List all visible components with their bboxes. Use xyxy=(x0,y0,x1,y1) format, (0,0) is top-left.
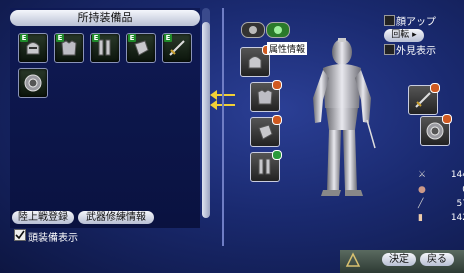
helmet-small-icon xyxy=(249,26,257,34)
play-icon: ▸ xyxy=(412,30,417,40)
stat-bag: ● 0 xyxy=(418,185,464,197)
equip-slot-hands[interactable] xyxy=(250,115,282,147)
head-display-checkbox[interactable] xyxy=(14,229,26,241)
equip-slot-body[interactable] xyxy=(250,80,282,112)
face-up-checkbox[interactable] xyxy=(384,15,395,26)
inventory-slot-shield[interactable] xyxy=(18,68,48,98)
equip-slot-legs[interactable] xyxy=(250,150,282,182)
equip-slot-shield[interactable] xyxy=(420,114,452,146)
land-battle-register-button[interactable]: 陸上戦登録 xyxy=(12,211,74,224)
stat-spear: ╱ 57 xyxy=(418,199,464,211)
weapon-training-info-button[interactable]: 武器修練情報 xyxy=(78,211,154,224)
greaves-icon xyxy=(98,39,111,56)
knight-character-model[interactable] xyxy=(305,38,380,198)
head-display-label: 頭装備表示 xyxy=(28,233,78,244)
gauntlet-icon xyxy=(258,124,273,140)
inventory-slot-armor[interactable]: E xyxy=(54,33,84,63)
gauntlet-icon xyxy=(134,40,149,56)
greaves-icon xyxy=(258,158,271,175)
inventory-slot-gauntlet[interactable]: E xyxy=(126,33,156,63)
stat-attack: ⚔ 144 xyxy=(418,170,464,182)
checkmark-icon xyxy=(15,230,25,240)
back-button[interactable]: 戻る xyxy=(420,253,454,266)
sword-icon xyxy=(169,40,185,56)
helmet-icon xyxy=(248,56,262,69)
stat-value: 144 xyxy=(450,170,464,180)
inventory-slot-greaves[interactable]: E xyxy=(90,33,120,63)
equip-slot-weapon[interactable] xyxy=(408,83,440,115)
appearance-label: 外見表示 xyxy=(396,46,436,57)
helmet-icon xyxy=(26,42,40,55)
view-toggle-right[interactable] xyxy=(266,22,290,38)
armor-icon xyxy=(61,40,77,56)
stat-value: 142 xyxy=(450,213,464,223)
stat-value: 57 xyxy=(456,199,464,209)
sword-stat-icon: ⚔ xyxy=(418,170,427,180)
spear-stat-icon: ╱ xyxy=(418,199,424,209)
face-up-label: 顔アップ xyxy=(396,17,436,28)
armor-icon xyxy=(257,89,273,105)
equip-slot-head[interactable] xyxy=(240,45,272,77)
attribute-tooltip: 属性情報 xyxy=(267,42,308,55)
inventory-slot-helmet[interactable]: E xyxy=(18,33,48,63)
sword-icon xyxy=(415,92,431,108)
view-toggle-left[interactable] xyxy=(241,22,265,38)
rotate-button[interactable]: 回転 ▸ xyxy=(384,29,424,42)
shield-stat-icon: ▮ xyxy=(418,213,423,223)
inventory-scroll-thumb[interactable] xyxy=(202,22,210,218)
shield-icon xyxy=(426,122,444,140)
rotate-label: 回転 xyxy=(391,30,410,40)
gear-small-icon xyxy=(274,26,282,34)
shield-icon xyxy=(24,74,42,92)
emblem-icon xyxy=(345,252,361,267)
equipment-screen: 所持装備品 E E E E E 陸上戦登録 武器修練情報 頭装備表示 属性情報 … xyxy=(0,0,464,273)
stat-defense: ▮ 142 xyxy=(418,213,464,225)
bag-stat-icon: ● xyxy=(418,185,426,195)
inventory-title: 所持装備品 xyxy=(10,10,200,26)
appearance-checkbox[interactable] xyxy=(384,44,395,55)
inventory-slot-sword[interactable]: E xyxy=(162,33,192,63)
panel-divider xyxy=(222,8,224,246)
confirm-button[interactable]: 決定 xyxy=(382,253,416,266)
